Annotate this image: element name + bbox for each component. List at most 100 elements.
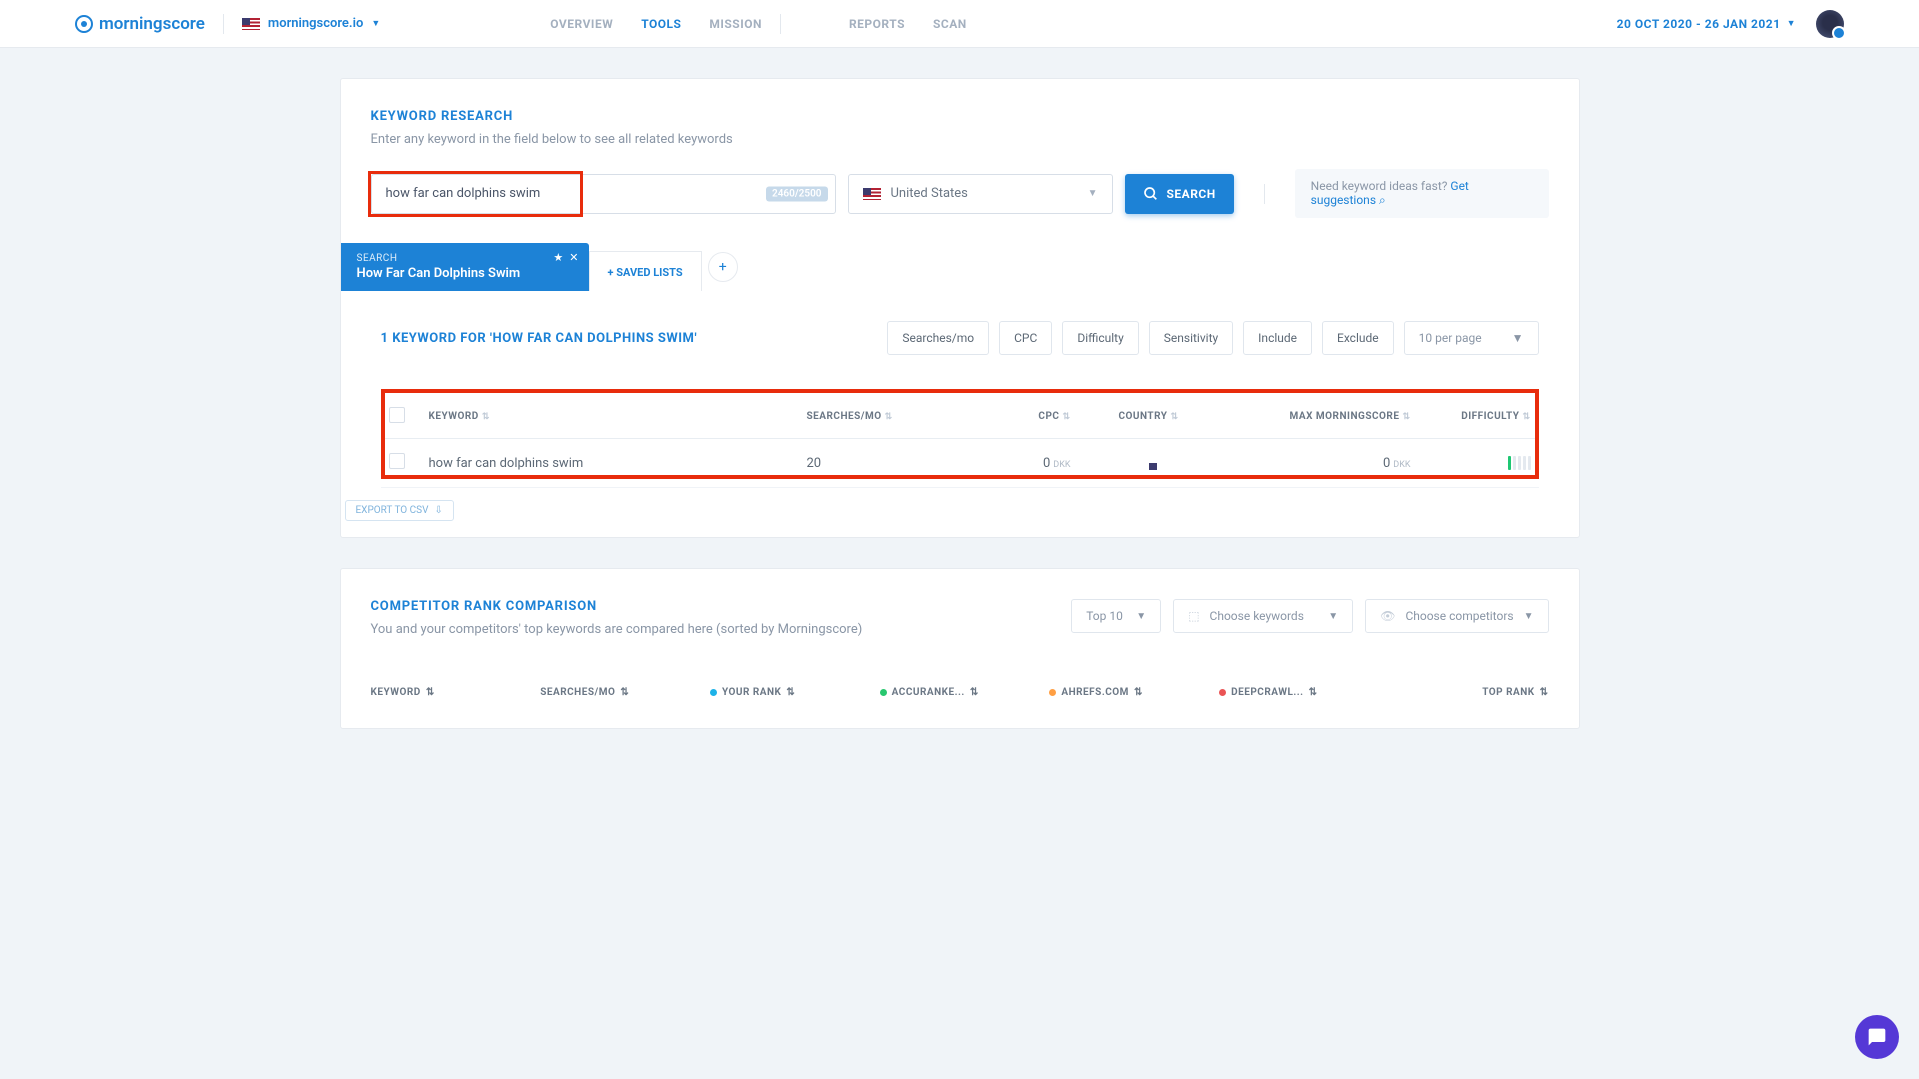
country-text: United States bbox=[891, 186, 968, 201]
search-icon: ⌕ bbox=[1379, 193, 1386, 207]
col-max[interactable]: MAX MORNINGSCORE⇅ bbox=[1219, 395, 1419, 439]
date-range-picker[interactable]: 20 OCT 2020 - 26 JAN 2021 ▼ bbox=[1617, 17, 1796, 31]
filter-difficulty[interactable]: Difficulty bbox=[1062, 321, 1138, 355]
caret-icon: ▼ bbox=[371, 18, 380, 29]
sort-icon: ⇅ bbox=[885, 412, 893, 422]
export-label: EXPORT TO CSV bbox=[356, 505, 429, 516]
comp-title: COMPETITOR RANK COMPARISON bbox=[371, 599, 863, 614]
sort-icon: ⇅ bbox=[1540, 687, 1549, 698]
filter-cpc[interactable]: CPC bbox=[999, 321, 1052, 355]
tags-icon: ⬚ bbox=[1188, 609, 1199, 623]
nav-overview[interactable]: OVERVIEW bbox=[550, 17, 613, 31]
per-page-text: 10 per page bbox=[1419, 331, 1482, 345]
caret-icon: ▼ bbox=[1136, 611, 1146, 622]
sort-icon: ⇅ bbox=[1062, 412, 1070, 422]
comp-top-select[interactable]: Top 10▼ bbox=[1071, 599, 1161, 633]
star-icon[interactable]: ★ bbox=[553, 251, 563, 264]
cell-difficulty bbox=[1419, 439, 1539, 488]
sort-icon: ⇅ bbox=[1309, 687, 1318, 698]
cell-max: 0DKK bbox=[1219, 439, 1419, 488]
section-title: KEYWORD RESEARCH bbox=[371, 109, 1549, 124]
comp-col-keyword[interactable]: KEYWORD⇅ bbox=[371, 687, 531, 698]
col-searches[interactable]: SEARCHES/MO⇅ bbox=[799, 395, 959, 439]
caret-icon: ▼ bbox=[1328, 611, 1338, 622]
table-row[interactable]: how far can dolphins swim 20 0DKK 0DKK bbox=[381, 439, 1539, 488]
sort-icon: ⇅ bbox=[1134, 687, 1143, 698]
divider bbox=[223, 14, 224, 34]
caret-icon: ▼ bbox=[1787, 18, 1796, 29]
filter-searches[interactable]: Searches/mo bbox=[887, 321, 989, 355]
chat-icon bbox=[1867, 1027, 1887, 1047]
filter-exclude[interactable]: Exclude bbox=[1322, 321, 1394, 355]
col-cpc[interactable]: CPC⇅ bbox=[959, 395, 1079, 439]
comp-col-c2[interactable]: AHREFS.COM⇅ bbox=[1049, 687, 1209, 698]
sort-icon: ⇅ bbox=[1402, 412, 1410, 422]
per-page-select[interactable]: 10 per page ▼ bbox=[1404, 321, 1539, 355]
comp-competitors-select[interactable]: 👁Choose competitors▼ bbox=[1365, 599, 1548, 633]
country-select[interactable]: United States ▼ bbox=[848, 174, 1113, 214]
cell-searches: 20 bbox=[799, 439, 959, 488]
comp-col-toprank[interactable]: TOP RANK⇅ bbox=[1389, 687, 1549, 698]
results-table: KEYWORD⇅ SEARCHES/MO⇅ CPC⇅ COUNTRY⇅ MAX … bbox=[381, 395, 1539, 488]
flag-icon bbox=[863, 188, 881, 200]
comp-subtitle: You and your competitors' top keywords a… bbox=[371, 622, 863, 637]
close-icon[interactable]: ✕ bbox=[569, 251, 578, 264]
domain-text: morningscore.io bbox=[268, 16, 363, 31]
ideas-text: Need keyword ideas fast? bbox=[1311, 179, 1451, 193]
sort-icon: ⇅ bbox=[482, 412, 490, 422]
date-range-text: 20 OCT 2020 - 26 JAN 2021 bbox=[1617, 17, 1781, 31]
chat-fab[interactable] bbox=[1855, 1015, 1899, 1059]
cell-cpc: 0DKK bbox=[959, 439, 1079, 488]
nav-tools[interactable]: TOOLS bbox=[641, 17, 681, 31]
avatar[interactable] bbox=[1816, 10, 1844, 38]
caret-icon: ▼ bbox=[1512, 331, 1524, 345]
caret-icon: ▼ bbox=[1524, 611, 1534, 622]
download-icon: ⇩ bbox=[434, 505, 442, 516]
cell-country bbox=[1079, 439, 1219, 488]
col-keyword[interactable]: KEYWORD⇅ bbox=[421, 395, 799, 439]
export-csv-button[interactable]: EXPORT TO CSV ⇩ bbox=[345, 500, 454, 521]
sort-icon: ⇅ bbox=[970, 687, 979, 698]
caret-icon: ▼ bbox=[1088, 188, 1098, 199]
section-subtitle: Enter any keyword in the field below to … bbox=[371, 132, 1549, 147]
checkbox[interactable] bbox=[389, 453, 405, 469]
results-title: 1 KEYWORD FOR 'HOW FAR CAN DOLPHINS SWIM… bbox=[381, 331, 698, 346]
char-counter: 2460/2500 bbox=[766, 186, 828, 201]
tab-value: How Far Can Dolphins Swim bbox=[357, 266, 573, 281]
sort-icon: ⇅ bbox=[1170, 412, 1178, 422]
sort-icon: ⇅ bbox=[620, 687, 629, 698]
domain-selector[interactable]: morningscore.io ▼ bbox=[242, 16, 380, 31]
comp-col-searches[interactable]: SEARCHES/MO⇅ bbox=[540, 687, 700, 698]
sort-icon: ⇅ bbox=[1522, 412, 1530, 422]
col-country[interactable]: COUNTRY⇅ bbox=[1079, 395, 1219, 439]
comp-col-c3[interactable]: DEEPCRAWL...⇅ bbox=[1219, 687, 1379, 698]
brand-text: morningscore bbox=[99, 14, 205, 34]
comp-col-c1[interactable]: ACCURANKE...⇅ bbox=[880, 687, 1040, 698]
brand-logo[interactable]: morningscore bbox=[75, 14, 205, 34]
tab-search[interactable]: SEARCH How Far Can Dolphins Swim ★ ✕ bbox=[341, 243, 589, 291]
nav-scan[interactable]: SCAN bbox=[933, 17, 967, 31]
nav-mission[interactable]: MISSION bbox=[709, 17, 762, 31]
comp-col-yourrank[interactable]: YOUR RANK⇅ bbox=[710, 687, 870, 698]
tab-add-button[interactable]: + bbox=[708, 252, 738, 282]
tab-saved-lists[interactable]: + SAVED LISTS bbox=[589, 251, 702, 291]
filter-sensitivity[interactable]: Sensitivity bbox=[1149, 321, 1233, 355]
search-icon bbox=[1143, 186, 1159, 202]
flag-icon bbox=[242, 18, 260, 30]
ideas-banner: Need keyword ideas fast? Get suggestions… bbox=[1295, 169, 1549, 218]
comp-keywords-select[interactable]: ⬚Choose keywords▼ bbox=[1173, 599, 1353, 633]
divider bbox=[780, 14, 781, 34]
checkbox-all[interactable] bbox=[389, 407, 405, 423]
eye-icon: 👁 bbox=[1380, 609, 1395, 623]
col-difficulty[interactable]: DIFFICULTY⇅ bbox=[1419, 395, 1539, 439]
tab-label: SEARCH bbox=[357, 253, 573, 264]
cell-keyword: how far can dolphins swim bbox=[421, 439, 799, 488]
logo-icon bbox=[75, 15, 93, 33]
sort-icon: ⇅ bbox=[786, 687, 795, 698]
filter-include[interactable]: Include bbox=[1243, 321, 1312, 355]
divider bbox=[1264, 184, 1265, 204]
search-button[interactable]: SEARCH bbox=[1125, 174, 1234, 214]
search-button-label: SEARCH bbox=[1167, 187, 1216, 201]
sort-icon: ⇅ bbox=[426, 687, 435, 698]
nav-reports[interactable]: REPORTS bbox=[849, 17, 905, 31]
